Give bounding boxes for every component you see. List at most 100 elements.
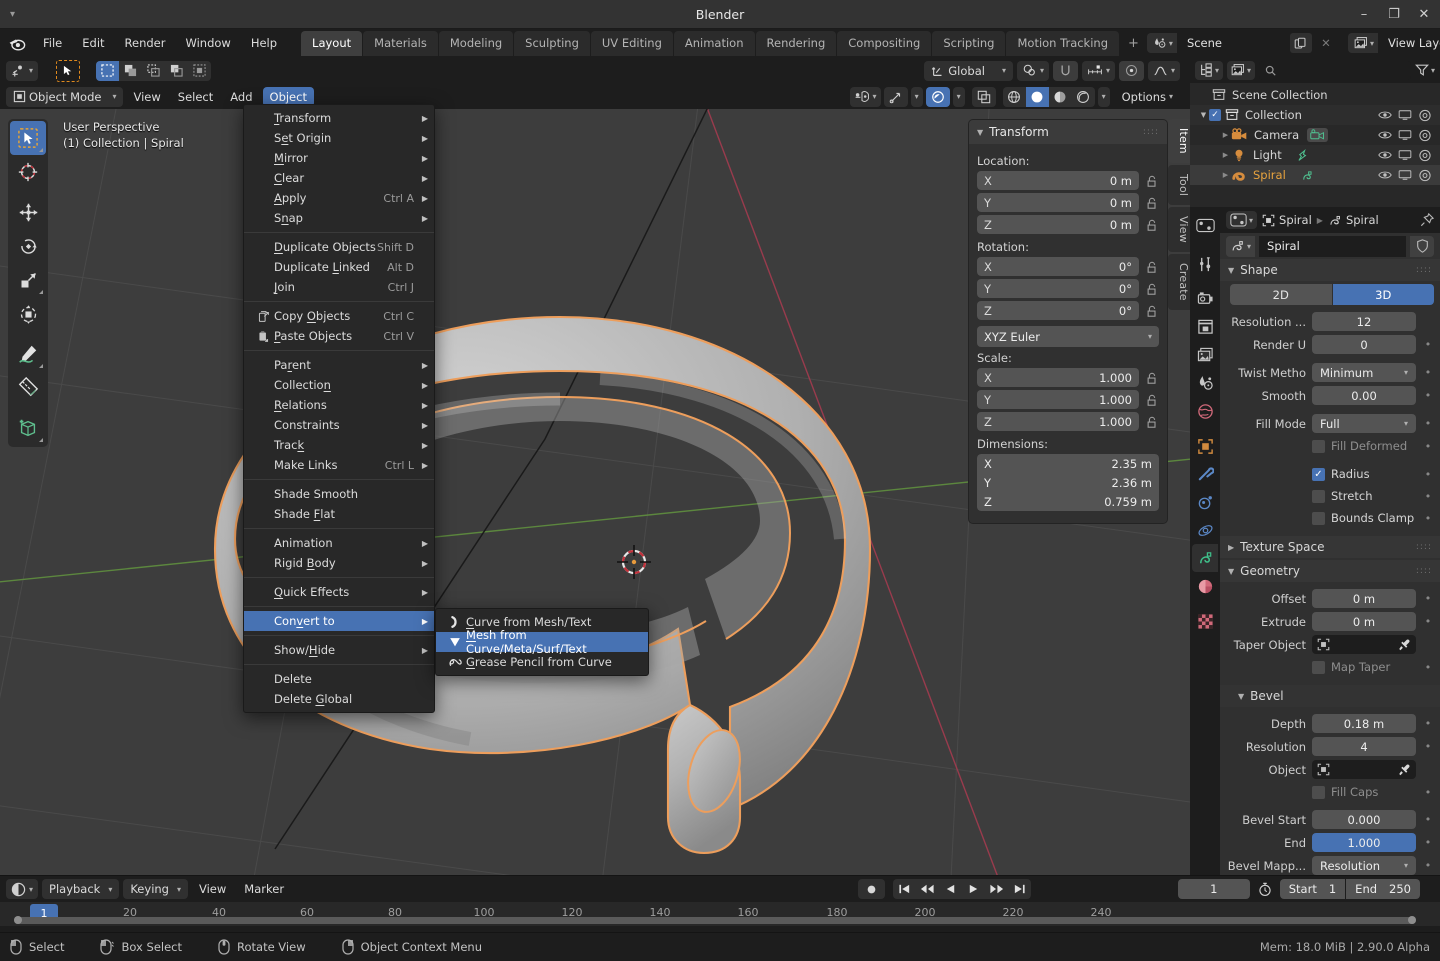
value-render-u[interactable]: 0: [1312, 335, 1416, 354]
scale-z-field[interactable]: Z 1.000: [977, 412, 1139, 431]
previous-keyframe-button[interactable]: [916, 879, 939, 899]
play-reverse-button[interactable]: [939, 879, 962, 899]
rotation-y-lock-icon[interactable]: [1144, 283, 1159, 296]
sidebar-tab-view[interactable]: View: [1168, 207, 1190, 252]
rotation-x-lock-icon[interactable]: [1144, 261, 1159, 274]
maximize-button[interactable]: ❐: [1386, 7, 1402, 23]
animate-dot-icon[interactable]: •: [1422, 717, 1434, 730]
animate-dot-icon[interactable]: •: [1422, 786, 1434, 799]
animate-dot-icon[interactable]: •: [1422, 366, 1434, 379]
value-twist-method[interactable]: Minimum ▾: [1312, 363, 1416, 382]
rendered-shading-icon[interactable]: [1072, 87, 1095, 107]
tool-add-cube[interactable]: [10, 411, 46, 445]
value-bevel-object[interactable]: [1312, 760, 1416, 779]
material-shading-icon[interactable]: [1049, 87, 1072, 107]
value-bevel-start[interactable]: 0.000: [1312, 810, 1416, 829]
sidebar-tab-tool[interactable]: Tool: [1168, 164, 1190, 206]
menu-item-join[interactable]: Join Ctrl J: [244, 277, 434, 297]
remove-scene-button[interactable]: ✕: [1315, 33, 1337, 53]
properties-tab-tool[interactable]: [1192, 250, 1218, 278]
submenu-item-grease-pencil-from-curve[interactable]: Grease Pencil from Curve: [436, 652, 648, 672]
tool-move[interactable]: [10, 195, 46, 229]
animate-dot-icon[interactable]: •: [1422, 468, 1434, 481]
timeline-ruler[interactable]: 1 20 40 60 80 100 120 140 160 180 200 22…: [0, 902, 1440, 926]
animate-dot-icon[interactable]: •: [1422, 389, 1434, 402]
animate-dot-icon[interactable]: •: [1422, 592, 1434, 605]
start-frame-field[interactable]: Start 1: [1279, 879, 1346, 899]
menu-item-convert-to[interactable]: Convert to ▶: [244, 611, 434, 631]
animate-dot-icon[interactable]: •: [1422, 813, 1434, 826]
window-menu-icon[interactable]: ▾: [10, 0, 15, 29]
rotation-x-field[interactable]: X 0°: [977, 257, 1139, 276]
next-keyframe-button[interactable]: [985, 879, 1008, 899]
screen-icon[interactable]: [1398, 109, 1412, 121]
jump-to-start-button[interactable]: [893, 879, 916, 899]
checkbox-fill-deformed[interactable]: [1312, 439, 1325, 453]
animate-dot-icon[interactable]: •: [1422, 512, 1434, 525]
value-depth[interactable]: 0.18 m: [1312, 714, 1416, 733]
menu-edit[interactable]: Edit: [72, 33, 114, 53]
disclosure-triangle-icon[interactable]: ▼: [1198, 111, 1209, 119]
data-name-field[interactable]: Spiral: [1259, 235, 1406, 257]
select-extend-icon[interactable]: [119, 61, 142, 81]
options-dropdown[interactable]: Options ▾: [1115, 87, 1180, 107]
location-x-field[interactable]: X0 m: [977, 171, 1139, 190]
close-button[interactable]: ✕: [1416, 7, 1432, 23]
timeline-menu-playback[interactable]: Playback ▾: [42, 879, 120, 899]
animate-dot-icon[interactable]: •: [1422, 740, 1434, 753]
screen-icon[interactable]: [1398, 169, 1412, 181]
section-header-geometry[interactable]: ▼ Geometry ::::: [1220, 560, 1440, 582]
eye-icon[interactable]: [1378, 109, 1392, 121]
gizmo-options[interactable]: ▾: [910, 86, 923, 107]
animate-dot-icon[interactable]: •: [1422, 417, 1434, 430]
menu-item-snap[interactable]: Snap ▶: [244, 208, 434, 228]
scene-selector[interactable]: ▾ Scene: [1146, 33, 1287, 53]
properties-tab-physics[interactable]: [1192, 516, 1218, 544]
scale-y-lock-icon[interactable]: [1144, 394, 1159, 407]
viewport-menu-view[interactable]: View: [126, 87, 167, 107]
overlays-toggle[interactable]: [925, 86, 950, 107]
menu-item-mirror[interactable]: Mirror ▶: [244, 148, 434, 168]
value-bevel-end[interactable]: 1.000: [1312, 833, 1416, 852]
snap-toggle[interactable]: [1052, 60, 1078, 81]
select-intersect-icon[interactable]: [188, 61, 211, 81]
workspace-tab-motion-tracking[interactable]: Motion Tracking: [1006, 30, 1120, 56]
new-scene-button[interactable]: [1289, 33, 1312, 53]
workspace-tab-materials[interactable]: Materials: [363, 30, 438, 56]
tool-scale[interactable]: [10, 263, 46, 297]
active-tool-selector[interactable]: ▾: [6, 60, 39, 81]
menu-item-animation[interactable]: Animation ▶: [244, 533, 434, 553]
timeline-menu-view[interactable]: View: [192, 879, 233, 899]
scale-x-lock-icon[interactable]: [1144, 372, 1159, 385]
workspace-tab-layout[interactable]: Layout: [301, 30, 363, 56]
value-resolution[interactable]: 12: [1312, 312, 1416, 331]
end-frame-field[interactable]: End 250: [1346, 879, 1420, 899]
menu-item-track[interactable]: Track ▶: [244, 435, 434, 455]
workspace-tab-scripting[interactable]: Scripting: [932, 30, 1006, 56]
section-header-bevel[interactable]: ▼ Bevel: [1220, 685, 1440, 707]
properties-tab-output[interactable]: [1192, 313, 1218, 341]
viewport-menu-select[interactable]: Select: [171, 87, 220, 107]
menu-item-duplicate-linked[interactable]: Duplicate Linked Alt D: [244, 257, 434, 277]
tool-tweak[interactable]: [10, 121, 46, 155]
tool-measure[interactable]: [10, 371, 46, 405]
animate-dot-icon[interactable]: •: [1422, 836, 1434, 849]
menu-item-clear[interactable]: Clear ▶: [244, 168, 434, 188]
sidebar-tab-create[interactable]: Create: [1168, 253, 1190, 310]
workspace-tab-compositing[interactable]: Compositing: [837, 30, 932, 56]
menu-window[interactable]: Window: [175, 33, 240, 53]
menu-item-make-links[interactable]: Make Links Ctrl L ▶: [244, 455, 434, 475]
sidebar-tab-item[interactable]: Item: [1168, 119, 1190, 163]
select-set-icon[interactable]: [96, 60, 120, 81]
xray-toggle[interactable]: [971, 86, 996, 107]
fake-user-icon[interactable]: [1410, 235, 1434, 257]
blender-logo-icon[interactable]: [8, 32, 27, 54]
menu-item-shade-smooth[interactable]: Shade Smooth: [244, 484, 434, 504]
menu-item-show-hide[interactable]: Show/Hide ▶: [244, 640, 434, 660]
checkbox-map-taper[interactable]: [1312, 660, 1325, 674]
eye-icon[interactable]: [1378, 129, 1392, 141]
view-layer-selector[interactable]: ▾ View Layer: [1347, 33, 1440, 53]
menu-item-collection[interactable]: Collection ▶: [244, 375, 434, 395]
camera-render-icon[interactable]: [1418, 169, 1432, 182]
checkbox-radius[interactable]: ✓: [1312, 467, 1325, 481]
